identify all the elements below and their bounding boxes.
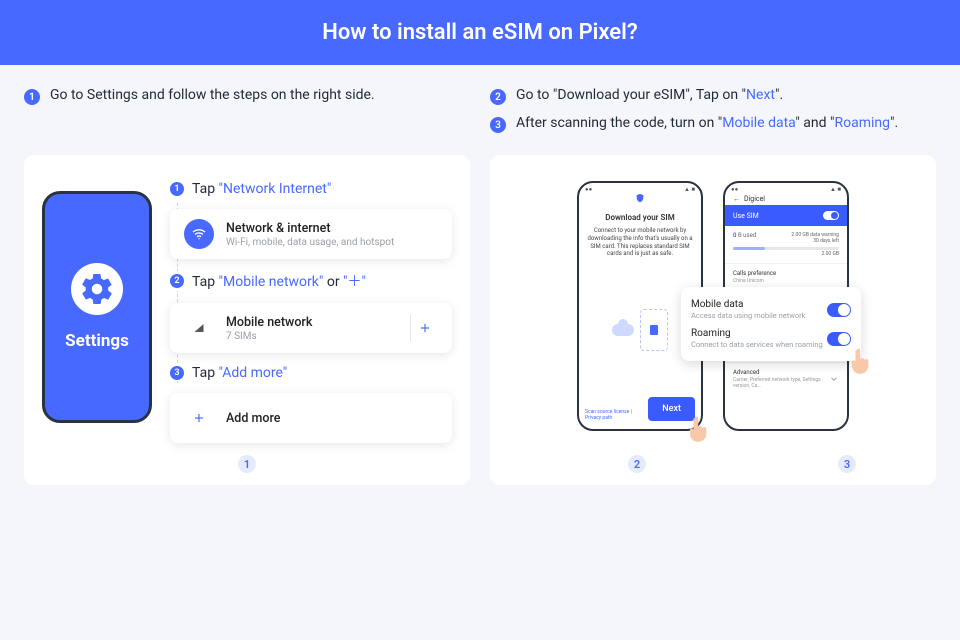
card-title: Mobile network: [226, 315, 312, 330]
card-title: Add more: [226, 411, 280, 426]
intro-right: 2 Go to "Download your eSIM", Tap on "Ne…: [490, 87, 936, 143]
privacy-link[interactable]: Scan source license | Privacy path: [585, 409, 648, 421]
card-subtitle: 7 SIMs: [226, 331, 312, 342]
settings-phone-mock: Settings: [42, 191, 152, 423]
advanced-row[interactable]: Advanced Carrier, Preferred network type…: [725, 362, 847, 395]
page-title: How to install an eSIM on Pixel?: [322, 20, 637, 45]
sim-card-icon: [640, 309, 668, 351]
card-title: Network & internet: [226, 221, 394, 236]
card-subtitle: Wi-Fi, mobile, data usage, and hotspot: [226, 237, 394, 248]
roaming-toggle-row[interactable]: Roaming Connect to data services when ro…: [691, 324, 851, 353]
step-badge-icon: 1: [170, 182, 184, 196]
toggle-overlay-card: Mobile data Access data using mobile net…: [681, 287, 861, 361]
cloud-icon: [612, 324, 634, 336]
intro-step-1-text: Go to Settings and follow the steps on t…: [50, 87, 375, 103]
status-bar: ●●▲ ■: [579, 183, 701, 193]
intro-step-3-text: After scanning the code, turn on "Mobile…: [516, 115, 898, 131]
intro-left: 1 Go to Settings and follow the steps on…: [24, 87, 470, 143]
sim-settings-phone: ●●▲ ■ ← Digicel Use SIM 0 B used 2.00 GB…: [723, 181, 849, 431]
toggle-on-icon: [827, 332, 851, 346]
intro-step-2: 2 Go to "Download your eSIM", Tap on "Ne…: [490, 87, 936, 105]
step-badge-icon: 3: [490, 117, 506, 133]
step-3-label: 3 Tap "Add more": [170, 365, 452, 381]
status-bar: ●●▲ ■: [725, 183, 847, 193]
intro-step-1: 1 Go to Settings and follow the steps on…: [24, 87, 470, 105]
pointer-hand-icon: [845, 347, 873, 375]
back-row[interactable]: ← Digicel: [725, 193, 847, 205]
step-badge-icon: 2: [170, 274, 184, 288]
step-badge-icon: 1: [24, 89, 40, 105]
roaming-link: Roaming: [834, 115, 890, 131]
panels-row: Settings 1 Tap "Network Internet" Networ…: [0, 155, 960, 485]
header-banner: How to install an eSIM on Pixel?: [0, 0, 960, 65]
add-sim-button[interactable]: [410, 314, 438, 342]
toggle-on-icon: [823, 211, 839, 220]
add-more-card[interactable]: Add more: [170, 393, 452, 443]
step-2-label: 2 Tap "Mobile network" or "＋": [170, 271, 452, 291]
mobile-data-link: Mobile data: [722, 115, 795, 131]
panel-number-badge: 1: [238, 455, 256, 473]
use-sim-toggle-row[interactable]: Use SIM: [725, 205, 847, 226]
step-badge-icon: 2: [490, 89, 506, 105]
panel-phone-screens: ●●▲ ■ Download your SIM Connect to your …: [490, 155, 936, 485]
intro-instructions: 1 Go to Settings and follow the steps on…: [0, 65, 960, 155]
mobile-network-card[interactable]: Mobile network 7 SIMs: [170, 303, 452, 353]
network-internet-card[interactable]: Network & internet Wi-Fi, mobile, data u…: [170, 209, 452, 259]
panel-settings-steps: Settings 1 Tap "Network Internet" Networ…: [24, 155, 470, 485]
panel-number-badge: 3: [838, 455, 856, 473]
settings-label: Settings: [65, 331, 129, 351]
intro-step-3: 3 After scanning the code, turn on "Mobi…: [490, 115, 936, 133]
pointer-hand-icon: [683, 415, 711, 443]
next-link: Next: [746, 87, 775, 103]
gear-icon: [71, 263, 123, 315]
signal-icon: [184, 313, 214, 343]
steps-column: 1 Tap "Network Internet" Network & inter…: [170, 181, 452, 443]
mobile-data-toggle-row[interactable]: Mobile data Access data using mobile net…: [691, 295, 851, 324]
calls-preference-row[interactable]: Calls preference China Unicom: [725, 263, 847, 290]
intro-step-2-text: Go to "Download your eSIM", Tap on "Next…: [516, 87, 783, 103]
download-sim-text: Download your SIM Connect to your mobile…: [579, 203, 701, 268]
chevron-down-icon: [829, 374, 839, 384]
toggle-on-icon: [827, 303, 851, 317]
panel-number-badge: 2: [628, 455, 646, 473]
plus-icon: [184, 403, 214, 433]
step-1-label: 1 Tap "Network Internet": [170, 181, 452, 197]
data-usage-block: 0 B used 2.00 GB data warning30 days lef…: [725, 226, 847, 263]
wifi-icon: [184, 219, 214, 249]
shield-icon: [635, 193, 645, 203]
step-badge-icon: 3: [170, 366, 184, 380]
back-arrow-icon: ←: [733, 195, 740, 203]
